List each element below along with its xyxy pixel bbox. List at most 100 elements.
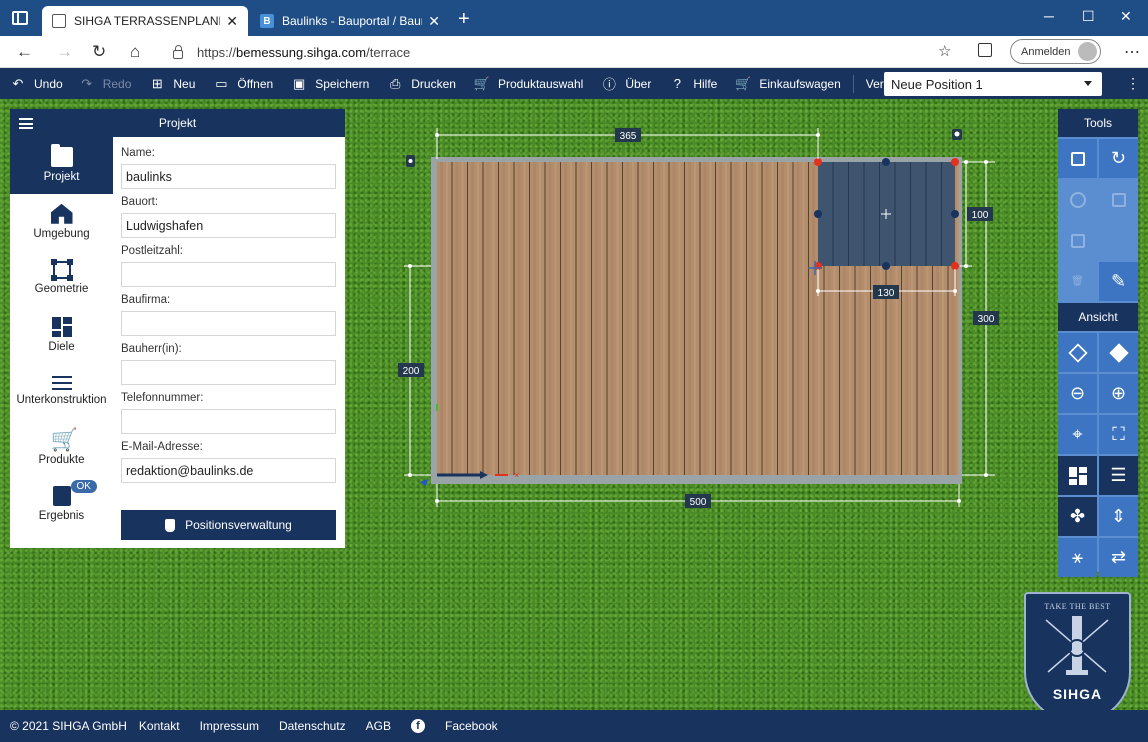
flip-button[interactable]: ⇄: [1099, 538, 1138, 577]
open-label: Öffnen: [237, 76, 274, 91]
nav-item-umgebung[interactable]: Umgebung: [10, 194, 113, 251]
client-field[interactable]: [121, 360, 336, 385]
nav-item-projekt[interactable]: Projekt: [10, 137, 113, 194]
view-3d-button[interactable]: [1058, 333, 1097, 372]
add-cutout-button[interactable]: [1099, 180, 1138, 219]
help-button[interactable]: ? Hilfe: [669, 76, 718, 92]
zoom-out-button[interactable]: ⊖: [1058, 374, 1097, 413]
redo-button[interactable]: ↷ Redo: [79, 75, 131, 92]
url-path: /terrace: [366, 44, 411, 60]
position-select[interactable]: Neue Position 1: [884, 72, 1102, 96]
add-point-button[interactable]: [1058, 180, 1097, 219]
favorite-star-icon[interactable]: ☆: [938, 42, 951, 60]
edit-button[interactable]: ✎: [1099, 262, 1138, 301]
minimize-icon[interactable]: ─: [1044, 8, 1054, 24]
tab-sihga[interactable]: SIHGA TERRASSENPLANER ✕: [42, 6, 248, 36]
location-field[interactable]: [121, 213, 336, 238]
dimension-label-right-inner: 100: [967, 207, 993, 221]
zoom-out-icon: ⊖: [1069, 383, 1086, 403]
forward-icon[interactable]: →: [56, 42, 73, 62]
dimension-label-left: 200: [398, 363, 424, 377]
nav-item-diele[interactable]: Diele: [10, 307, 113, 364]
name-label: Name:: [121, 147, 155, 159]
add-shape-button[interactable]: [1058, 139, 1097, 178]
refresh-icon[interactable]: ↻: [92, 42, 106, 62]
folder-open-icon: ▭: [215, 75, 228, 91]
collections-icon[interactable]: [978, 43, 992, 57]
open-button[interactable]: ▭ Öffnen: [213, 76, 273, 92]
product-selection-button[interactable]: 🛒 Produktauswahl: [474, 76, 583, 92]
nav-item-geometrie[interactable]: Geometrie: [10, 250, 113, 307]
menu-lines-icon: ☰: [1110, 465, 1127, 485]
browser-menu-icon[interactable]: ⋯: [1124, 42, 1140, 62]
footer-link-kontakt[interactable]: Kontakt: [139, 719, 180, 733]
nav-item-produkte[interactable]: 🛒 Produkte: [10, 420, 113, 477]
maximize-icon[interactable]: ☐: [1082, 8, 1095, 25]
add-cutout-icon: [1111, 192, 1126, 207]
redo-icon: ↷: [81, 75, 93, 91]
rotate-button[interactable]: ↻: [1099, 139, 1138, 178]
logo-name: SIHGA: [1052, 686, 1103, 702]
svg-text:500: 500: [690, 497, 707, 508]
baulinks-favicon-icon: B: [260, 14, 274, 28]
position-management-button[interactable]: Positionsverwaltung: [121, 510, 336, 540]
nav-item-unterkonstruktion[interactable]: Unterkonstruktion: [10, 363, 113, 420]
tools-header: Tools: [1058, 109, 1138, 137]
zoom-in-button[interactable]: ⊕: [1099, 374, 1138, 413]
close-window-icon[interactable]: ✕: [1120, 8, 1132, 25]
layout-icon: [1068, 466, 1087, 485]
print-button[interactable]: ⎙ Drucken: [387, 76, 456, 92]
new-button[interactable]: ⊞ Neu: [149, 76, 195, 92]
phone-field[interactable]: [121, 409, 336, 434]
structure-view-button[interactable]: ✤: [1058, 497, 1097, 536]
nav-label: Diele: [48, 340, 75, 353]
copy-button[interactable]: [1058, 221, 1097, 260]
company-label: Baufirma:: [121, 294, 171, 306]
undo-button[interactable]: ↶ Undo: [10, 76, 63, 92]
layout-view-button[interactable]: [1058, 456, 1097, 495]
tab-baulinks[interactable]: B Baulinks - Bauportal / Baumagaz ✕: [250, 6, 450, 36]
height-icon: ⇕: [1110, 506, 1127, 526]
tab-actions-icon[interactable]: [12, 11, 28, 25]
new-tab-icon[interactable]: +: [458, 8, 470, 31]
delete-button[interactable]: 🗑: [1058, 262, 1097, 301]
svg-text:×: ×: [514, 470, 519, 480]
nav-item-ergebnis[interactable]: OK Ergebnis: [10, 476, 113, 533]
footer-link-facebook[interactable]: f Facebook: [410, 719, 518, 733]
dimension-label-cutout: 130: [873, 285, 899, 299]
footer-link-impressum[interactable]: Impressum: [200, 719, 259, 733]
footer-link-datenschutz[interactable]: Datenschutz: [279, 719, 346, 733]
save-button[interactable]: ▣ Speichern: [291, 76, 369, 92]
url-input[interactable]: https://bemessung.sihga.com/terrace: [163, 39, 963, 65]
browser-tab-bar: SIHGA TERRASSENPLANER ✕ B Baulinks - Bau…: [0, 0, 1148, 36]
dimension-label-right-outer: 300: [973, 311, 999, 325]
about-button[interactable]: ⓘ Über: [601, 76, 652, 93]
phone-label: Telefonnummer:: [121, 392, 204, 404]
collapse-menu-icon[interactable]: [19, 118, 33, 129]
measure-button[interactable]: ⚹: [1058, 538, 1097, 577]
back-icon[interactable]: ←: [16, 42, 33, 62]
footer-link-agb[interactable]: AGB: [366, 719, 391, 733]
rotate-icon: ↻: [1110, 148, 1127, 168]
cube-outline-icon: [1067, 342, 1088, 363]
email-field[interactable]: [121, 458, 336, 483]
fullscreen-button[interactable]: ⛶: [1099, 415, 1138, 454]
list-view-button[interactable]: ☰: [1099, 456, 1138, 495]
app-toolbar: ↶ Undo ↷ Redo ⊞ Neu ▭ Öffnen ▣ Speichern ⎙ Dru…: [0, 68, 1148, 99]
height-button[interactable]: ⇕: [1099, 497, 1138, 536]
panel-nav: Projekt Umgebung Geometrie Diele Unterko…: [10, 137, 113, 548]
close-tab-icon[interactable]: ✕: [226, 13, 238, 30]
more-vertical-icon[interactable]: ⋮: [1126, 75, 1140, 92]
nav-label: Produkte: [38, 453, 85, 466]
company-field[interactable]: [121, 311, 336, 336]
cart-button[interactable]: 🛒 Einkaufswagen: [735, 76, 840, 92]
edit-icon: ✎: [1110, 271, 1127, 291]
name-field[interactable]: [121, 164, 336, 189]
view-solid-button[interactable]: [1099, 333, 1138, 372]
signin-button[interactable]: Anmelden: [1010, 39, 1101, 64]
zip-field[interactable]: [121, 262, 336, 287]
add-point-icon: [1069, 191, 1086, 208]
center-view-button[interactable]: ⌖: [1058, 415, 1097, 454]
home-icon[interactable]: ⌂: [130, 42, 140, 62]
close-tab-icon[interactable]: ✕: [428, 13, 440, 30]
